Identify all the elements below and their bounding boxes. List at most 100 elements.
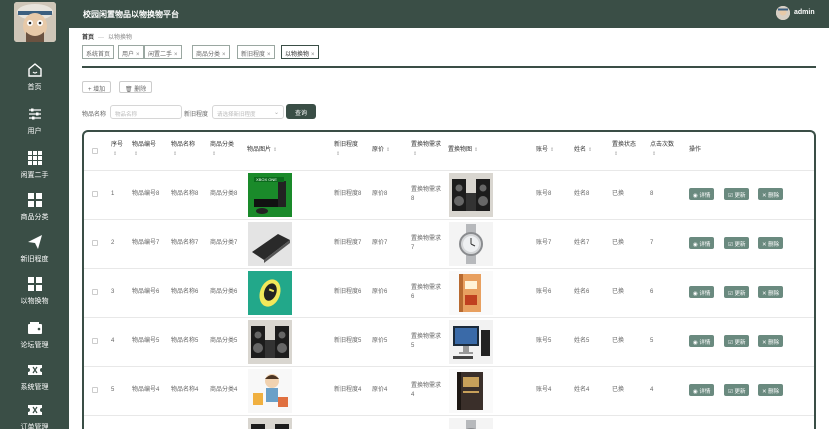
sidebar-item-home[interactable]: 首页 — [0, 62, 69, 102]
col-header-clicks[interactable]: 点击次数 ⇕ — [650, 132, 674, 170]
delete-row-button[interactable]: ✕ 删除 — [758, 188, 784, 200]
tab-idle[interactable]: 闲置二手 × — [144, 45, 182, 59]
item-image[interactable] — [248, 271, 292, 315]
row-status: 已换 — [612, 387, 625, 393]
need-image[interactable] — [449, 369, 493, 413]
tab-category[interactable]: 商品分类 × — [192, 45, 230, 59]
row-clicks: 7 — [650, 240, 654, 246]
close-icon[interactable]: × — [311, 52, 315, 58]
col-header-need[interactable]: 置换物需求 ⇕ — [411, 132, 441, 170]
need-image[interactable] — [449, 320, 493, 364]
row-checkbox[interactable] — [92, 289, 98, 295]
delete-row-button[interactable]: ✕ 删除 — [758, 286, 784, 298]
logo-avatar — [14, 2, 56, 42]
tab-label: 用户 — [122, 52, 135, 58]
sidebar-item-barter[interactable]: 以物换物 — [0, 276, 69, 316]
need-image[interactable] — [449, 271, 493, 315]
item-image[interactable] — [248, 222, 292, 266]
col-header-status[interactable]: 置换状态 ⇕ — [612, 132, 636, 170]
tab-home[interactable]: 系统首页 — [82, 45, 115, 59]
sort-icon: ⇕ — [212, 151, 217, 157]
update-button[interactable]: ☑ 更新 — [724, 335, 750, 347]
sidebar-item-category[interactable]: 商品分类 — [0, 192, 69, 232]
row-checkbox[interactable] — [92, 387, 98, 393]
add-button-label: 增加 — [93, 87, 106, 93]
close-icon[interactable]: × — [136, 52, 140, 58]
tab-barter[interactable]: 以物换物 × — [281, 45, 319, 59]
update-button[interactable]: ☑ 更新 — [724, 384, 750, 396]
item-image[interactable] — [248, 369, 292, 413]
detail-button[interactable]: ◉ 详情 — [689, 384, 715, 396]
row-item-code: 物品编号8 — [132, 191, 160, 197]
update-button[interactable]: ☑ 更新 — [724, 188, 750, 200]
detail-button[interactable]: ◉ 详情 — [689, 237, 715, 249]
delete-button[interactable]: 🗑 删除 — [119, 81, 153, 93]
add-button[interactable]: + 增加 — [82, 81, 112, 93]
row-clicks: 8 — [650, 191, 654, 197]
update-button-label: 更新 — [734, 340, 746, 346]
need-image[interactable] — [449, 222, 493, 266]
row-checkbox[interactable] — [92, 191, 98, 197]
sidebar-item-users[interactable]: 用户 — [0, 106, 69, 146]
breadcrumb-home[interactable]: 首页 — [82, 35, 94, 41]
condition-select[interactable]: 请选择新旧程度 ⌄ — [212, 105, 284, 119]
name-search-input[interactable]: 物品名称 — [110, 105, 182, 119]
need-image[interactable] — [449, 173, 493, 217]
close-icon[interactable]: × — [174, 52, 178, 58]
update-button[interactable]: ☑ 更新 — [724, 237, 750, 249]
col-header-price[interactable]: 原价 ⇕ — [372, 132, 390, 170]
detail-button[interactable]: ◉ 详情 — [689, 286, 715, 298]
tab-users[interactable]: 用户 × — [118, 45, 144, 59]
col-header-name[interactable]: 物品名称 ⇕ — [171, 132, 195, 170]
row-checkbox[interactable] — [92, 338, 98, 344]
row-person: 姓名8 — [574, 191, 590, 197]
row-account: 账号6 — [536, 289, 552, 295]
row-account: 账号7 — [536, 240, 552, 246]
username[interactable]: admin — [794, 9, 815, 16]
sidebar-item-system[interactable]: 系统管理 — [0, 362, 69, 402]
sidebar-item-forum[interactable]: 论坛管理 — [0, 320, 69, 360]
delete-row-button[interactable]: ✕ 删除 — [758, 335, 784, 347]
top-bar: 校园闲置物品以物换物平台 admin — [69, 0, 829, 28]
col-header-index[interactable]: 序号 ⇕ — [111, 132, 123, 170]
close-icon[interactable]: × — [222, 52, 226, 58]
row-checkbox[interactable] — [92, 240, 98, 246]
delete-row-button[interactable]: ✕ 删除 — [758, 384, 784, 396]
sidebar-item-orders[interactable]: 订单管理 — [0, 402, 69, 442]
col-header-condition[interactable]: 新旧程度 ⇕ — [334, 132, 358, 170]
row-item-name: 物品名称6 — [171, 289, 199, 295]
sidebar-item-idle[interactable]: 闲置二手 — [0, 150, 69, 190]
sidebar-item-condition[interactable]: 新旧程度 — [0, 234, 69, 274]
row-category: 商品分类8 — [210, 191, 238, 197]
send-icon — [27, 235, 42, 249]
detail-button[interactable]: ◉ 详情 — [689, 188, 715, 200]
detail-button[interactable]: ◉ 详情 — [689, 335, 715, 347]
tab-condition[interactable]: 新旧程度 × — [237, 45, 275, 59]
col-header-need-image[interactable]: 置换物图 ⇕ — [448, 132, 478, 170]
close-icon[interactable]: × — [267, 52, 271, 58]
col-header-category[interactable]: 商品分类 ⇕ — [210, 132, 234, 170]
sort-icon: ⇕ — [386, 147, 391, 153]
delete-row-button[interactable]: ✕ 删除 — [758, 237, 784, 249]
query-button[interactable]: 查询 — [286, 104, 316, 119]
sliders-icon — [28, 108, 41, 120]
item-image[interactable] — [248, 320, 292, 364]
row-price: 原价4 — [372, 387, 388, 393]
need-image[interactable] — [449, 418, 493, 429]
col-header-image[interactable]: 物品图片 ⇕ — [247, 132, 277, 170]
update-button[interactable]: ☑ 更新 — [724, 286, 750, 298]
row-index: 3 — [111, 289, 115, 295]
sort-icon: ⇕ — [113, 151, 118, 157]
user-avatar[interactable] — [776, 6, 790, 20]
item-image[interactable] — [248, 418, 292, 429]
ticket-icon — [27, 405, 42, 415]
select-all-checkbox[interactable] — [92, 148, 98, 154]
detail-button-label: 详情 — [699, 340, 711, 346]
name-search-placeholder: 物品名称 — [115, 112, 138, 118]
col-header-code[interactable]: 物品编号 ⇕ — [132, 132, 156, 170]
col-header-account[interactable]: 账号 ⇕ — [536, 132, 554, 170]
tab-divider — [82, 66, 816, 68]
col-header-person[interactable]: 姓名 ⇕ — [574, 132, 592, 170]
sidebar-item-label: 系统管理 — [20, 384, 49, 391]
item-image[interactable]: XBOX ONE — [248, 173, 292, 217]
